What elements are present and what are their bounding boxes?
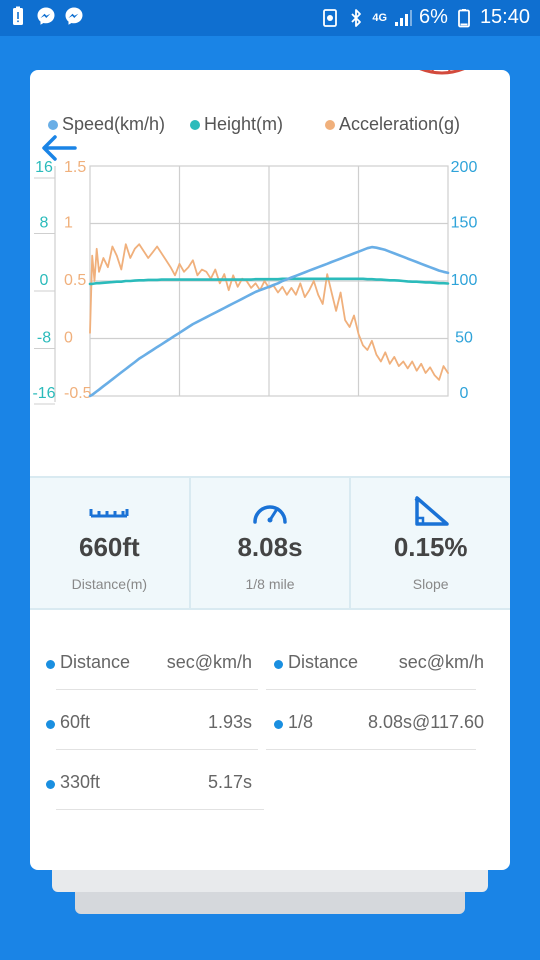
stat-distance-label: Distance(m) (71, 576, 148, 592)
bullet-icon (46, 720, 55, 729)
battery-alert-icon (13, 6, 23, 25)
ruler-icon (89, 509, 129, 518)
legend-acceleration-label: Acceleration(g) (339, 114, 461, 134)
stat-slope-value: 0.15% (393, 532, 468, 562)
stat-time: 8.08s 1/8 mile (188, 478, 350, 608)
legend-acceleration: Acceleration(g) (325, 114, 460, 135)
legend-speed-dot (48, 119, 58, 130)
stat-time-value: 8.08s (237, 532, 303, 562)
left-header-value: sec@km/h (166, 652, 252, 672)
legend-height-label: Height(m) (204, 114, 284, 134)
stat-distance-value: 660ft (78, 532, 140, 562)
right-header-name: Distance (288, 652, 359, 672)
messenger-icon (65, 7, 83, 25)
signal-icon (395, 9, 413, 26)
results-right-header: Distance sec@km/h (266, 630, 492, 690)
results-left-row: 60ft 1.93s (46, 690, 258, 750)
brand-logo-icon (419, 70, 465, 75)
bullet-icon (274, 720, 283, 729)
axis-tick-acceleration: 1.5 (64, 159, 86, 176)
legend-speed: Speed(km/h) (48, 114, 165, 135)
legend-speed-label: Speed(km/h) (62, 114, 166, 134)
axis-tick-speed: 50 (455, 330, 473, 347)
bluetooth-icon (351, 8, 362, 27)
axis-tick-speed: 0 (460, 385, 469, 402)
result-time: 5.17s (207, 772, 252, 792)
legend-height: Height(m) (190, 114, 283, 135)
slope-icon (414, 496, 449, 526)
result-card: Speed(km/h) Height(m) Acceleration(g) 16… (30, 70, 510, 870)
results-right-row: 1/8 8.08s@117.60 (266, 690, 492, 750)
stat-slope: 0.15% Slope (349, 478, 510, 608)
legend-height-dot (190, 119, 200, 130)
bullet-icon (46, 780, 55, 789)
results-left-header: Distance sec@km/h (46, 630, 258, 690)
axis-tick-height: -16 (32, 385, 55, 402)
chart-legend: Speed(km/h) Height(m) Acceleration(g) (48, 114, 508, 138)
row-divider (266, 749, 476, 750)
axis-tick-acceleration: -0.5 (64, 385, 92, 402)
result-time: 1.93s (207, 712, 252, 732)
result-distance: 1/8 (288, 712, 314, 732)
axis-tick-acceleration: 0 (64, 330, 73, 347)
battery-icon (458, 8, 470, 27)
right-header-value: sec@km/h (398, 652, 484, 672)
speedometer-icon (253, 505, 287, 524)
bullet-icon (274, 660, 283, 669)
messenger-icon (37, 7, 55, 25)
battery-percent: 6% (419, 6, 448, 28)
result-distance: 60ft (60, 712, 91, 732)
axis-tick-height: 16 (35, 159, 53, 176)
stat-time-label: 1/8 mile (245, 576, 295, 592)
axis-tick-height: 0 (40, 272, 49, 289)
status-notifications (8, 6, 84, 26)
axis-tick-speed: 200 (451, 159, 478, 176)
axis-tick-height: 8 (40, 215, 49, 232)
results-table: Distance sec@km/h 60ft 1.93s 330ft 5.17s… (30, 630, 510, 870)
status-system: 4G 6% 15:40 (320, 6, 530, 29)
performance-chart: 16 8 0 -8 -16 1.5 1 0.5 0 -0.5 200 150 100 50 0 (32, 159, 478, 405)
left-header-name: Distance (60, 652, 131, 672)
status-bar: 4G 6% 15:40 (0, 0, 540, 36)
network-type: 4G (372, 11, 388, 24)
card-stack-middle (52, 868, 488, 892)
stats-panel: 660ft Distance(m) 8.08s 1/8 mile 0.15% S… (30, 476, 510, 610)
clock: 15:40 (479, 6, 530, 28)
axis-tick-speed: 150 (451, 215, 478, 232)
axis-tick-acceleration: 0.5 (64, 272, 86, 289)
row-divider (56, 809, 264, 810)
axis-tick-acceleration: 1 (64, 215, 73, 232)
axis-tick-speed: 100 (451, 272, 478, 289)
legend-acceleration-dot (325, 119, 335, 130)
result-distance: 330ft (60, 772, 101, 792)
sim-icon (323, 8, 338, 27)
result-time: 8.08s@117.60 (367, 712, 484, 732)
axis-tick-height: -8 (37, 330, 51, 347)
results-left-row: 330ft 5.17s (46, 750, 264, 810)
stat-slope-label: Slope (412, 576, 449, 592)
bullet-icon (46, 660, 55, 669)
stat-distance: 660ft Distance(m) (30, 478, 189, 608)
